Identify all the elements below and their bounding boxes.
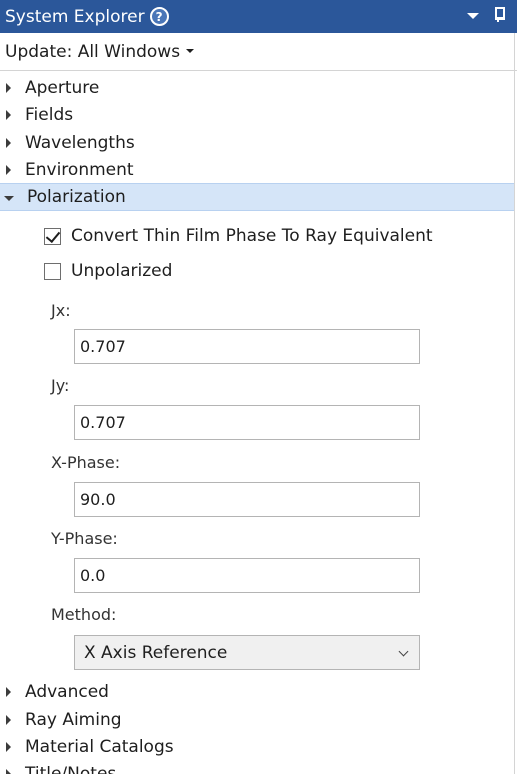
help-icon[interactable]: ? xyxy=(149,7,169,26)
tree-item-material-catalogs[interactable]: Material Catalogs xyxy=(0,733,514,760)
method-selected-value: X Axis Reference xyxy=(84,642,228,663)
method-select[interactable]: X Axis Reference xyxy=(74,635,420,670)
panel-border xyxy=(514,33,515,774)
pin-icon[interactable] xyxy=(493,7,505,22)
panel-title: System Explorer xyxy=(5,6,145,27)
y-phase-label: Y-Phase: xyxy=(51,529,118,548)
unpolarized-checkbox[interactable]: Unpolarized xyxy=(44,261,172,281)
tree-item-polarization[interactable]: Polarization xyxy=(0,183,514,211)
tree-item-label: Wavelengths xyxy=(25,132,135,153)
tree-item-fields[interactable]: Fields xyxy=(0,101,514,128)
x-phase-input[interactable] xyxy=(74,482,420,517)
tree-item-aperture[interactable]: Aperture xyxy=(0,74,514,101)
chevron-down-icon xyxy=(398,646,409,657)
tree-item-label: Ray Aiming xyxy=(25,709,122,730)
tree-item-label: Advanced xyxy=(25,681,109,702)
jx-label: Jx: xyxy=(51,301,71,320)
jy-input[interactable] xyxy=(74,405,420,440)
update-dropdown[interactable]: Update: All Windows xyxy=(0,33,517,71)
tree-item-title-notes[interactable]: Title/Notes xyxy=(0,760,514,774)
expand-arrow-icon[interactable] xyxy=(6,741,11,752)
jx-input[interactable] xyxy=(74,329,420,364)
convert-thin-film-checkbox[interactable]: Convert Thin Film Phase To Ray Equivalen… xyxy=(44,226,433,246)
expand-arrow-icon[interactable] xyxy=(6,686,11,697)
caret-down-icon xyxy=(186,48,195,53)
expand-arrow-icon[interactable] xyxy=(6,768,11,774)
method-label: Method: xyxy=(51,605,117,624)
dropdown-arrow-icon[interactable] xyxy=(467,12,479,19)
update-label: Update: All Windows xyxy=(5,41,181,62)
tree-item-advanced[interactable]: Advanced xyxy=(0,678,514,705)
y-phase-input[interactable] xyxy=(74,558,420,593)
checkbox-label: Unpolarized xyxy=(71,261,173,281)
collapse-arrow-icon[interactable] xyxy=(4,195,14,201)
tree-item-ray-aiming[interactable]: Ray Aiming xyxy=(0,706,514,733)
tree-item-label: Aperture xyxy=(25,77,100,98)
tree-item-label: Material Catalogs xyxy=(25,736,174,757)
tree-item-label: Title/Notes xyxy=(25,763,117,774)
tree-item-label: Fields xyxy=(25,104,74,125)
x-phase-label: X-Phase: xyxy=(51,453,121,472)
expand-arrow-icon[interactable] xyxy=(6,82,11,93)
tree-item-environment[interactable]: Environment xyxy=(0,156,514,183)
expand-arrow-icon[interactable] xyxy=(6,714,11,725)
checkbox-label: Convert Thin Film Phase To Ray Equivalen… xyxy=(71,226,433,246)
tree-item-wavelengths[interactable]: Wavelengths xyxy=(0,129,514,156)
checkbox-checked[interactable] xyxy=(44,227,61,245)
expand-arrow-icon[interactable] xyxy=(6,137,11,148)
jy-label: Jy: xyxy=(51,376,70,395)
checkbox-unchecked[interactable] xyxy=(44,262,61,280)
title-bar: System Explorer ? xyxy=(0,0,517,33)
title-bar-controls xyxy=(467,7,505,22)
tree-item-label: Environment xyxy=(25,159,134,180)
expand-arrow-icon[interactable] xyxy=(6,164,11,175)
tree-item-label: Polarization xyxy=(27,187,126,207)
expand-arrow-icon[interactable] xyxy=(6,109,11,120)
